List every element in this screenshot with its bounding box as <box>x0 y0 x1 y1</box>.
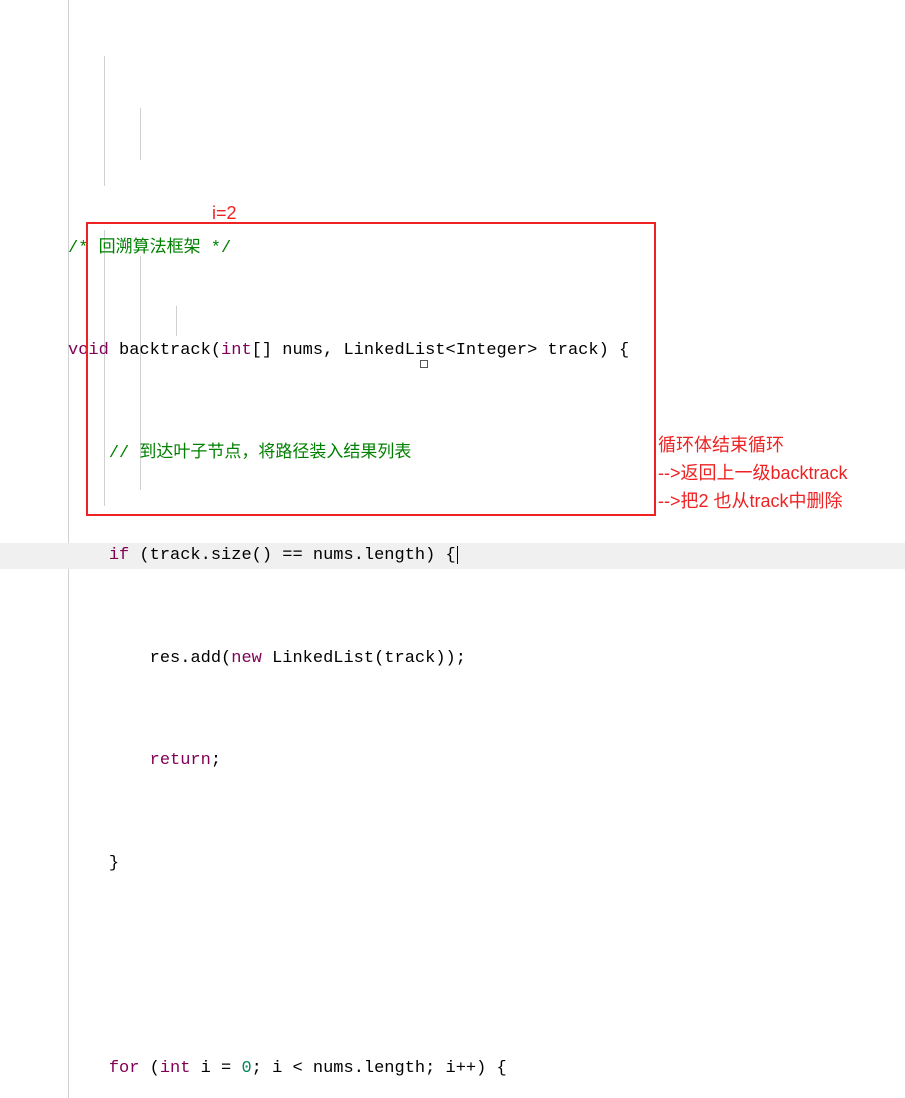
code-line: void backtrack(int[] nums, LinkedList<In… <box>0 338 905 364</box>
annotation-text-3: -->把2 也从track中删除 <box>658 488 843 515</box>
indent-guide-3 <box>140 108 141 160</box>
text-cursor <box>457 546 459 564</box>
code-line: return; <box>0 748 905 774</box>
code-line: } <box>0 851 905 877</box>
caret-indicator-icon <box>420 360 428 368</box>
annotation-text-2: -->返回上一级backtrack <box>658 460 848 487</box>
code-line: res.add(new LinkedList(track)); <box>0 646 905 672</box>
code-editor: /* 回溯算法框架 */ void backtrack(int[] nums, … <box>0 0 905 1098</box>
line-comment: // 到达叶子节点，将路径装入结果列表 <box>109 444 412 463</box>
code-line-highlighted: if (track.size() == nums.length) { <box>0 543 905 569</box>
block-comment: /* 回溯算法框架 */ <box>68 239 231 258</box>
type-integer: Integer <box>456 341 527 360</box>
annotation-box <box>86 222 656 516</box>
annotation-text-1: 循环体结束循环 <box>658 432 784 459</box>
code-line: /* 回溯算法框架 */ <box>0 236 905 262</box>
keyword-return: return <box>150 751 211 770</box>
keyword-void: void <box>68 341 109 360</box>
annotation-i-equals-2: i=2 <box>212 200 237 227</box>
keyword-for: for <box>109 1059 140 1078</box>
func-name: backtrack <box>119 341 211 360</box>
keyword-new: new <box>231 649 262 668</box>
type-linkedlist: LinkedList <box>343 341 445 360</box>
keyword-int: int <box>221 341 252 360</box>
indent-guide-2 <box>104 56 105 186</box>
indent-guide-6 <box>176 306 177 336</box>
code-line: for (int i = 0; i < nums.length; i++) { <box>0 1056 905 1082</box>
blank-line <box>0 953 905 979</box>
